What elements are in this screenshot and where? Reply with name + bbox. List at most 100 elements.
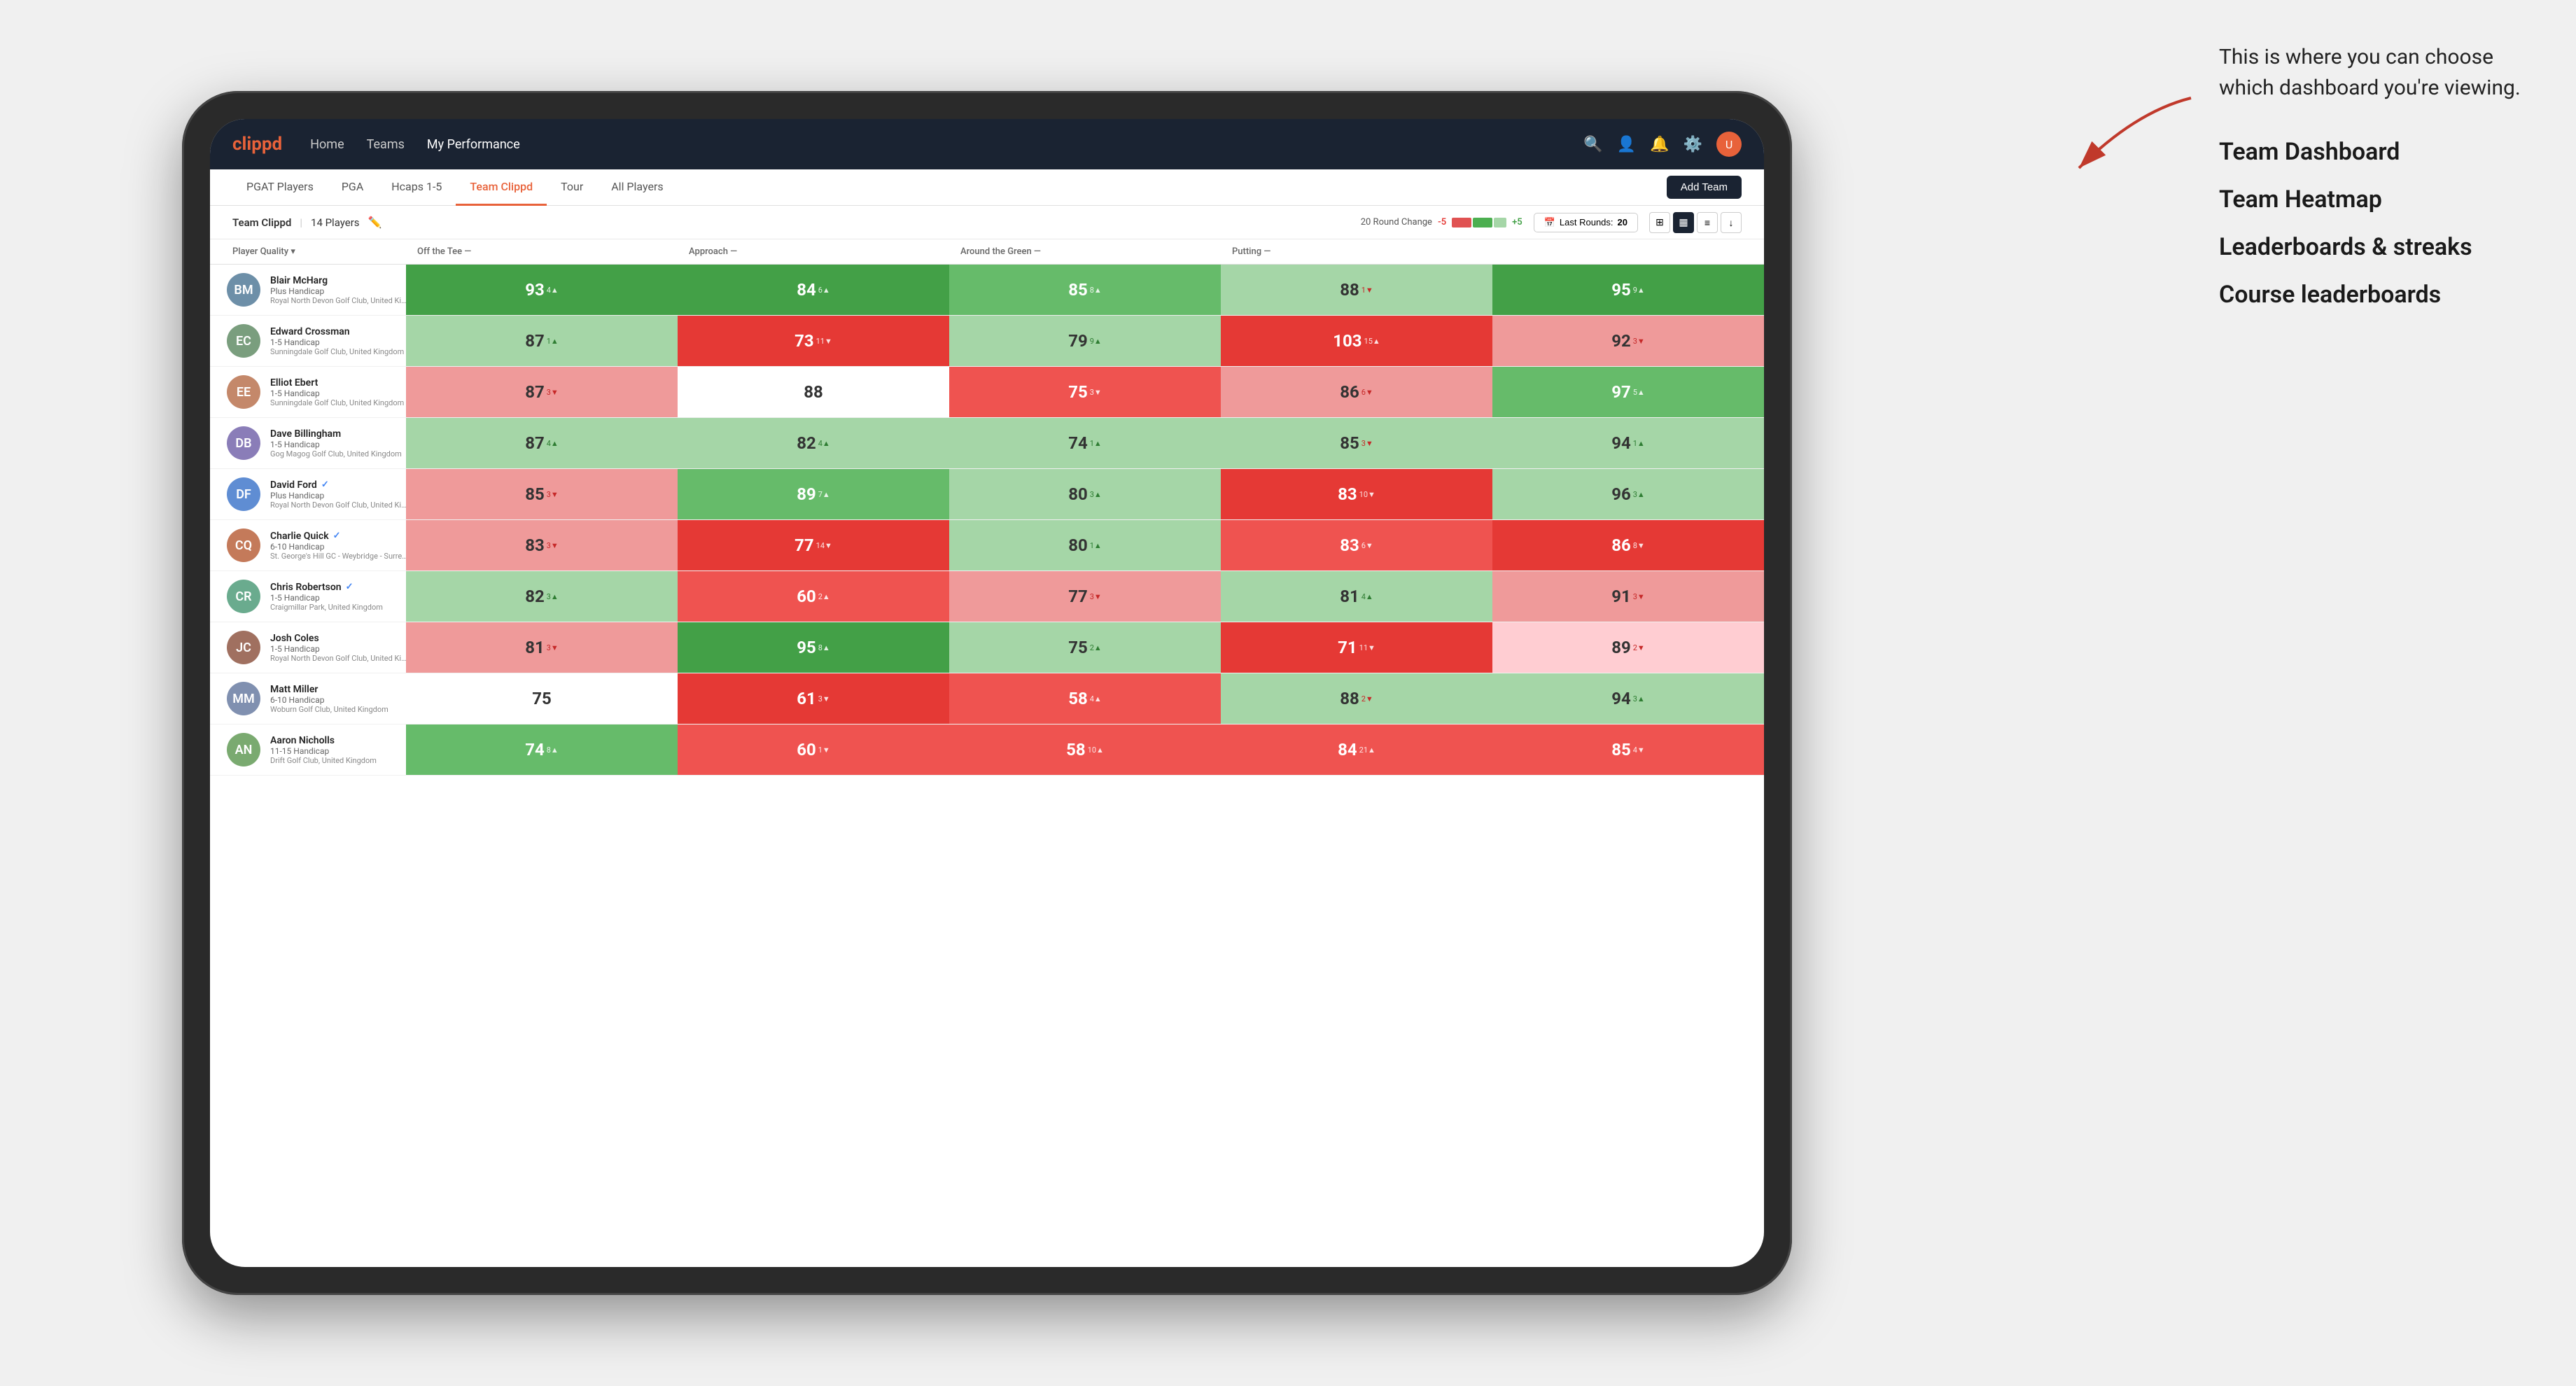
player-info: Blair McHarg Plus Handicap Royal North D…	[270, 275, 410, 305]
player-info: Aaron Nicholls 11-15 Handicap Drift Golf…	[270, 735, 377, 765]
stat-cell: 87 4▲	[406, 418, 678, 468]
stat-trend: 3▼	[547, 388, 559, 397]
user-icon[interactable]: 👤	[1617, 136, 1636, 153]
stat-value: 93	[525, 280, 545, 300]
player-cell[interactable]: CQ Charlie Quick ✓ 6-10 Handicap St. Geo…	[210, 523, 406, 568]
change-plus: +5	[1512, 217, 1522, 227]
stat-trend: 3▼	[547, 541, 559, 550]
player-handicap: 1-5 Handicap	[270, 593, 383, 603]
player-cell[interactable]: DB Dave Billingham 1-5 Handicap Gog Mago…	[210, 421, 406, 465]
stat-trend: 4▲	[1362, 592, 1373, 601]
player-cell[interactable]: BM Blair McHarg Plus Handicap Royal Nort…	[210, 267, 406, 312]
stat-value: 71	[1338, 638, 1357, 657]
tab-pgat-players[interactable]: PGAT Players	[232, 169, 328, 206]
table-row[interactable]: AN Aaron Nicholls 11-15 Handicap Drift G…	[210, 724, 1764, 776]
table-row[interactable]: BM Blair McHarg Plus Handicap Royal Nort…	[210, 265, 1764, 316]
stat-value: 80	[1068, 484, 1088, 504]
player-cell[interactable]: AN Aaron Nicholls 11-15 Handicap Drift G…	[210, 727, 406, 772]
stat-value: 80	[1068, 536, 1088, 555]
col-header-tee[interactable]: Off the Tee —	[406, 239, 678, 264]
tab-team-clippd[interactable]: Team Clippd	[456, 169, 547, 206]
nav-link-my-performance[interactable]: My Performance	[427, 137, 520, 152]
player-cell[interactable]: DF David Ford ✓ Plus Handicap Royal Nort…	[210, 472, 406, 517]
player-cell[interactable]: EC Edward Crossman 1-5 Handicap Sunningd…	[210, 318, 406, 363]
stat-trend: 1▲	[1633, 439, 1645, 448]
table-row[interactable]: DB Dave Billingham 1-5 Handicap Gog Mago…	[210, 418, 1764, 469]
tab-tour[interactable]: Tour	[547, 169, 597, 206]
annotation-item-3: Course leaderboards	[2219, 281, 2541, 309]
stat-trend: 3▼	[547, 490, 559, 499]
stat-value: 73	[794, 331, 814, 351]
table-row[interactable]: CR Chris Robertson ✓ 1-5 Handicap Craigm…	[210, 571, 1764, 622]
separator: |	[300, 216, 302, 229]
stat-trend: 3▼	[547, 643, 559, 652]
stat-value: 85	[1611, 740, 1631, 760]
stat-trend: 1▲	[1090, 541, 1102, 550]
table-scroll-container[interactable]: Player Quality ▾ Off the Tee — Approach …	[210, 239, 1764, 1267]
player-handicap: 1-5 Handicap	[270, 337, 404, 347]
stat-value: 89	[797, 484, 816, 504]
stat-value: 103	[1333, 331, 1362, 351]
stat-trend: 3▼	[1090, 388, 1102, 397]
table-row[interactable]: DF David Ford ✓ Plus Handicap Royal Nort…	[210, 469, 1764, 520]
stat-trend: 1▼	[818, 746, 830, 755]
stat-cell: 96 3▲	[1492, 469, 1764, 519]
stat-cell: 89 7▲	[678, 469, 949, 519]
app-logo[interactable]: clippd	[232, 134, 282, 155]
bell-icon[interactable]: 🔔	[1650, 136, 1669, 153]
last-rounds-button[interactable]: 📅 Last Rounds: 20	[1534, 213, 1638, 232]
avatar: EE	[227, 375, 260, 409]
stat-value: 84	[797, 280, 816, 300]
stat-value: 58	[1066, 740, 1086, 760]
view-icons: ⊞ ▦ ≡ ↓	[1649, 212, 1742, 233]
avatar[interactable]: U	[1716, 132, 1742, 157]
player-cell[interactable]: CR Chris Robertson ✓ 1-5 Handicap Craigm…	[210, 574, 406, 619]
annotation-area: This is where you can choose which dashb…	[2219, 42, 2541, 328]
nav-link-home[interactable]: Home	[310, 137, 344, 152]
stat-trend: 6▼	[1362, 388, 1373, 397]
player-club: Sunningdale Golf Club, United Kingdom	[270, 347, 404, 356]
search-icon[interactable]: 🔍	[1583, 136, 1602, 153]
table-row[interactable]: EC Edward Crossman 1-5 Handicap Sunningd…	[210, 316, 1764, 367]
stat-cell: 75 3▼	[949, 367, 1221, 417]
player-info: Chris Robertson ✓ 1-5 Handicap Craigmill…	[270, 582, 383, 612]
add-team-button[interactable]: Add Team	[1667, 176, 1742, 199]
player-handicap: 11-15 Handicap	[270, 746, 377, 756]
stat-cell: 75	[406, 673, 678, 724]
table-row[interactable]: JC Josh Coles 1-5 Handicap Royal North D…	[210, 622, 1764, 673]
stat-cell: 84 6▲	[678, 265, 949, 315]
stat-cell: 74 1▲	[949, 418, 1221, 468]
verified-icon: ✓	[346, 582, 354, 592]
col-header-around-green[interactable]: Around the Green —	[949, 239, 1221, 264]
last-rounds-value: 20	[1618, 217, 1628, 227]
table-row[interactable]: CQ Charlie Quick ✓ 6-10 Handicap St. Geo…	[210, 520, 1764, 571]
last-rounds-icon: 📅	[1544, 217, 1555, 228]
col-header-approach[interactable]: Approach —	[678, 239, 949, 264]
stat-cell: 92 3▼	[1492, 316, 1764, 366]
team-name: Team Clippd	[232, 216, 291, 229]
table-row[interactable]: MM Matt Miller 6-10 Handicap Woburn Golf…	[210, 673, 1764, 724]
col-header-putting[interactable]: Putting —	[1221, 239, 1492, 264]
tab-hcaps[interactable]: Hcaps 1-5	[377, 169, 456, 206]
table-row[interactable]: EE Elliot Ebert 1-5 Handicap Sunningdale…	[210, 367, 1764, 418]
player-cell[interactable]: EE Elliot Ebert 1-5 Handicap Sunningdale…	[210, 370, 406, 414]
stat-trend: 21▲	[1359, 746, 1376, 755]
settings-icon[interactable]: ⚙️	[1684, 136, 1702, 153]
player-cell[interactable]: MM Matt Miller 6-10 Handicap Woburn Golf…	[210, 676, 406, 721]
tablet-screen: clippd Home Teams My Performance 🔍 👤 🔔 ⚙…	[210, 119, 1764, 1267]
stat-value: 94	[1611, 433, 1631, 453]
stat-value: 79	[1068, 331, 1088, 351]
tab-pga[interactable]: PGA	[328, 169, 377, 206]
stat-cell: 93 4▲	[406, 265, 678, 315]
player-cell[interactable]: JC Josh Coles 1-5 Handicap Royal North D…	[210, 625, 406, 670]
nav-link-teams[interactable]: Teams	[367, 137, 405, 152]
list-view-button[interactable]: ≡	[1697, 212, 1718, 233]
edit-icon[interactable]: ✏️	[368, 216, 382, 229]
tab-all-players[interactable]: All Players	[597, 169, 677, 206]
verified-icon: ✓	[333, 531, 341, 541]
sub-nav: PGAT Players PGA Hcaps 1-5 Team Clippd T…	[210, 169, 1764, 206]
grid-view-button[interactable]: ⊞	[1649, 212, 1670, 233]
stat-cell: 85 4▼	[1492, 724, 1764, 775]
heatmap-view-button[interactable]: ▦	[1673, 212, 1694, 233]
download-button[interactable]: ↓	[1721, 212, 1742, 233]
